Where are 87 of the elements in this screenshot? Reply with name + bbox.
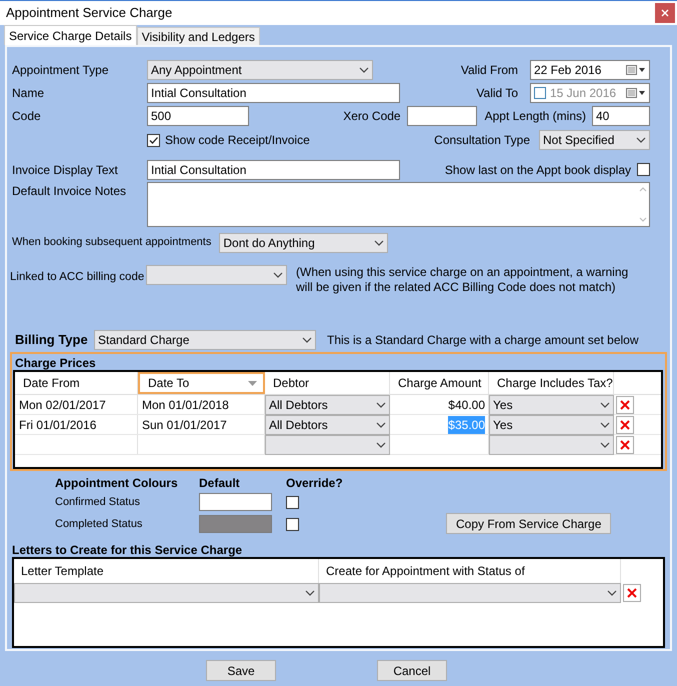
chevron-down-icon bbox=[376, 422, 386, 428]
colour-swatch[interactable] bbox=[199, 493, 272, 511]
calendar-icon bbox=[626, 88, 646, 98]
status-label: Confirmed Status bbox=[55, 494, 141, 510]
tab[interactable]: Service Charge Details bbox=[4, 25, 137, 45]
section-title: Charge Prices bbox=[14, 355, 97, 370]
column-header[interactable]: Charge Amount bbox=[390, 372, 489, 394]
delete-icon bbox=[620, 400, 630, 410]
debtor-select[interactable]: All Debtors bbox=[265, 395, 390, 415]
delete-icon bbox=[626, 588, 636, 598]
close-icon bbox=[661, 9, 669, 17]
checkbox[interactable] bbox=[286, 518, 299, 530]
field-label: Name bbox=[12, 84, 46, 102]
subsequent-appointments-select[interactable]: Dont do Anything bbox=[219, 232, 388, 252]
code-field[interactable]: 500 bbox=[147, 106, 249, 126]
chevron-down-icon bbox=[376, 442, 386, 448]
field-label: Linked to ACC billing code bbox=[10, 270, 144, 285]
table-cell: Fri 01/01/2016 bbox=[15, 415, 138, 434]
chevron-down-icon bbox=[600, 422, 610, 428]
dialog-button[interactable]: Save bbox=[206, 660, 276, 681]
chevron-down-icon bbox=[302, 336, 312, 342]
calendar-icon bbox=[626, 64, 646, 74]
chevron-down-icon bbox=[636, 137, 646, 143]
window-title: Appointment Service Charge bbox=[6, 4, 174, 22]
field-label: Valid From bbox=[460, 62, 518, 78]
column-header[interactable]: Debtor bbox=[265, 372, 390, 394]
chevron-down-icon bbox=[359, 66, 369, 72]
copy-button[interactable]: Copy From Service Charge bbox=[446, 513, 612, 534]
chevron-down-icon bbox=[305, 590, 315, 596]
status-label: Completed Status bbox=[55, 516, 144, 532]
delete-button[interactable] bbox=[616, 436, 634, 454]
colour-swatch[interactable] bbox=[199, 515, 272, 533]
section-title: Letters to Create for this Service Charge bbox=[12, 542, 244, 557]
chevron-down-icon bbox=[273, 272, 283, 278]
tax-select[interactable]: Yes bbox=[489, 415, 614, 435]
chevron-down-icon bbox=[600, 442, 610, 448]
checkbox[interactable] bbox=[637, 163, 650, 176]
column-header[interactable]: Charge Includes Tax? bbox=[489, 372, 614, 394]
invoice-notes-field[interactable] bbox=[147, 182, 650, 227]
field-label: Default Invoice Notes bbox=[12, 183, 128, 200]
amount-text: $40.00 bbox=[448, 396, 485, 414]
chevron-down-icon bbox=[600, 402, 610, 408]
acc-note: (When using this service charge on an appointment, a warning will be given if the related ACC Billing Code does not match) bbox=[296, 265, 630, 295]
debtor-select[interactable]: All Debtors bbox=[265, 415, 390, 435]
checkbox[interactable] bbox=[286, 496, 299, 508]
field-label: Xero Code bbox=[343, 108, 401, 124]
sort-arrow-icon bbox=[248, 380, 257, 386]
column-header[interactable]: Date To bbox=[138, 372, 265, 394]
billing-type-select[interactable]: Standard Charge bbox=[94, 330, 316, 350]
date-picker[interactable]: 22 Feb 2016 bbox=[530, 60, 650, 80]
checkbox[interactable] bbox=[534, 86, 546, 98]
chevron-down-icon bbox=[607, 590, 617, 596]
section-title: Appointment Colours bbox=[55, 475, 179, 491]
field-label: Billing Type bbox=[15, 330, 89, 349]
field-label: Code bbox=[12, 108, 42, 124]
close-button[interactable] bbox=[655, 3, 675, 23]
tab[interactable]: Visibility and Ledgers bbox=[136, 27, 260, 45]
invoice-display-text-field[interactable]: Intial Consultation bbox=[147, 160, 400, 180]
delete-icon bbox=[620, 420, 630, 430]
field-label: Appt Length (mins) bbox=[484, 108, 586, 124]
delete-button[interactable] bbox=[616, 416, 634, 434]
delete-button[interactable] bbox=[616, 396, 634, 414]
dialog-button[interactable]: Cancel bbox=[377, 660, 447, 681]
appt-length-field[interactable]: 40 bbox=[592, 106, 650, 126]
checkbox[interactable] bbox=[147, 134, 160, 146]
appointment-type-select[interactable]: Any Appointment bbox=[147, 60, 373, 80]
column-header[interactable]: Date From bbox=[15, 372, 138, 394]
xero-code-field[interactable] bbox=[406, 106, 477, 126]
column-heading: Default bbox=[199, 475, 241, 491]
field-label: Show last on the Appt book display bbox=[444, 162, 631, 178]
delete-button[interactable] bbox=[622, 584, 640, 602]
field-label: Show code Receipt/Invoice bbox=[165, 132, 310, 149]
billing-type-note: This is a Standard Charge with a charge amount set below bbox=[327, 332, 639, 348]
field-label: Appointment Type bbox=[12, 62, 110, 78]
field-label: Valid To bbox=[476, 84, 518, 102]
name-field[interactable]: Intial Consultation bbox=[147, 82, 400, 102]
amount-text: $35.00 bbox=[448, 416, 485, 434]
field-label: Consultation Type bbox=[434, 132, 530, 149]
delete-icon bbox=[620, 440, 630, 450]
table-cell: Mon 02/01/2017 bbox=[15, 395, 138, 414]
chevron-down-icon bbox=[374, 240, 384, 246]
consultation-type-select[interactable]: Not Specified bbox=[539, 130, 650, 150]
chevron-down-icon bbox=[376, 402, 386, 408]
field-label: When booking subsequent appointments bbox=[12, 235, 212, 250]
column-heading: Override? bbox=[286, 475, 344, 491]
tax-select[interactable]: Yes bbox=[489, 395, 614, 415]
field-label: Invoice Display Text bbox=[12, 162, 119, 178]
